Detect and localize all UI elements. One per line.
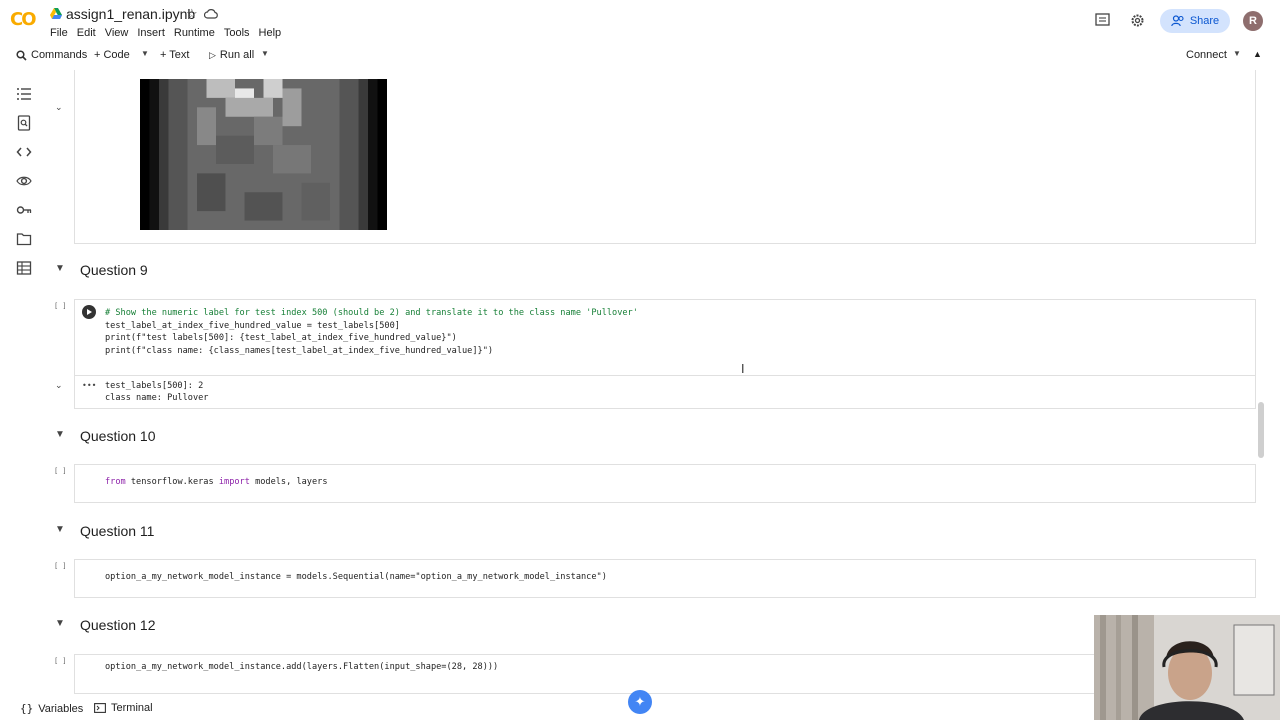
variables-inspector-icon[interactable] <box>16 173 32 189</box>
play-icon: ▷ <box>209 49 216 60</box>
star-icon[interactable]: ☆ <box>186 6 198 22</box>
text-cursor-icon: I <box>741 362 745 376</box>
chevron-down-icon: ▼ <box>261 49 269 58</box>
chevron-up-icon: ▲ <box>1253 49 1262 59</box>
code-cell-q12[interactable]: option_a_my_network_model_instance.add(l… <box>74 654 1256 694</box>
menu-edit[interactable]: Edit <box>77 27 102 39</box>
add-code-menu[interactable]: ▼ <box>141 49 149 58</box>
sweater-pixel-image <box>140 79 387 230</box>
add-code-label: + Code <box>94 49 130 61</box>
share-button[interactable]: Share <box>1160 9 1230 33</box>
add-text-button[interactable]: + Text <box>160 49 189 61</box>
code-snippets-icon[interactable] <box>16 144 32 160</box>
avatar[interactable]: R <box>1243 11 1263 31</box>
cell-exec-count: [ ] <box>54 302 67 310</box>
run-all-menu[interactable]: ▼ <box>261 49 269 58</box>
code-comment: # Show the numeric label for test index … <box>105 308 638 318</box>
menu-tools[interactable]: Tools <box>224 27 256 39</box>
code-line: print(f"test labels[500]: {test_label_at… <box>105 333 457 343</box>
section-title: Question 12 <box>80 617 156 633</box>
cell-exec-count: [ ] <box>54 657 67 665</box>
connect-label: Connect <box>1186 49 1227 61</box>
braces-icon: {} <box>20 702 34 715</box>
terminal-button[interactable]: Terminal <box>94 702 153 714</box>
comment-icon[interactable] <box>1095 13 1110 27</box>
code-line: option_a_my_network_model_instance = mod… <box>105 572 607 582</box>
add-code-button[interactable]: + Code <box>94 49 130 61</box>
share-label: Share <box>1189 15 1220 27</box>
left-sidebar <box>0 78 46 678</box>
key-icon[interactable] <box>16 202 32 218</box>
logo-text: CO <box>10 9 36 30</box>
menu-insert[interactable]: Insert <box>137 27 171 39</box>
run-cell-button[interactable] <box>82 305 96 319</box>
toolbar: Commands + Code ▼ + Text ▷ Run all ▼ Con… <box>0 44 1280 68</box>
variables-label: Variables <box>38 702 84 715</box>
collapse-header-button[interactable]: ▲ <box>1253 49 1262 59</box>
find-icon[interactable] <box>16 115 32 131</box>
drive-icon <box>50 8 62 19</box>
run-all-label: Run all <box>219 49 255 61</box>
menu-help[interactable]: Help <box>259 27 288 39</box>
table-of-contents-icon[interactable] <box>16 86 32 102</box>
code-cell-q9[interactable]: # Show the numeric label for test index … <box>74 299 1256 376</box>
chevron-down-icon: ▼ <box>141 49 149 58</box>
file-name[interactable]: assign1_renan.ipynb <box>66 6 195 22</box>
code-cell-q11[interactable]: option_a_my_network_model_instance = mod… <box>74 559 1256 598</box>
section-title: Question 11 <box>80 523 155 539</box>
add-text-label: + Text <box>160 49 190 61</box>
menu-bar: File Edit View Insert Runtime Tools Help <box>50 27 290 39</box>
menu-runtime[interactable]: Runtime <box>174 27 221 39</box>
cloud-icon[interactable] <box>204 8 218 20</box>
terminal-icon <box>94 703 106 713</box>
output-q9: ⌄ ••• test_labels[500]: 2 class name: Pu… <box>55 376 1256 409</box>
code-line: print(f"class name: {class_names[test_la… <box>105 346 494 356</box>
scrollbar[interactable] <box>1258 402 1264 458</box>
cell-exec-count: [ ] <box>54 562 67 570</box>
run-all-button[interactable]: ▷ Run all <box>209 49 254 61</box>
section-title: Question 10 <box>80 428 156 444</box>
code-line: option_a_my_network_model_instance.add(l… <box>105 662 499 672</box>
menu-file[interactable]: File <box>50 27 74 39</box>
image-output-cell: ⌄ <box>55 70 1256 244</box>
code-line: test_label_at_index_five_hundred_value =… <box>105 321 400 331</box>
commands-label: Commands <box>31 49 88 61</box>
connect-button[interactable]: Connect <box>1186 49 1227 61</box>
chevron-down-icon[interactable]: ▼ <box>55 618 65 629</box>
output-line: test_labels[500]: 2 <box>105 381 204 391</box>
folder-icon[interactable] <box>16 231 32 247</box>
top-bar: CO assign1_renan.ipynb ☆ File Edit View … <box>0 0 1280 44</box>
code-line: from tensorflow.keras import models, lay… <box>105 477 328 487</box>
chevron-down-icon: ▼ <box>1233 49 1241 58</box>
gemini-icon[interactable]: ✦ <box>628 690 652 714</box>
terminal-label: Terminal <box>111 702 153 714</box>
colab-logo[interactable]: CO <box>10 9 40 30</box>
variables-button[interactable]: {} Variables <box>20 702 83 715</box>
output-menu-icon[interactable]: ••• <box>82 381 96 390</box>
cell-exec-count: [ ] <box>54 467 67 475</box>
output-line: class name: Pullover <box>105 393 209 403</box>
gear-icon[interactable] <box>1130 13 1145 28</box>
connect-menu[interactable]: ▼ <box>1233 49 1241 58</box>
table-icon[interactable] <box>16 260 32 276</box>
chevron-down-icon[interactable]: ⌄ <box>55 102 63 113</box>
code-cell-q10[interactable]: from tensorflow.keras import models, lay… <box>74 464 1256 503</box>
section-title: Question 9 <box>80 262 148 278</box>
chevron-down-icon[interactable]: ▼ <box>55 524 65 535</box>
people-icon <box>1171 15 1184 27</box>
commands-button[interactable]: Commands <box>16 49 87 61</box>
notebook-content: ⌄ ▼ Question 9 [] # Show the numeric la… <box>46 70 1276 696</box>
menu-view[interactable]: View <box>105 27 135 39</box>
chevron-down-icon[interactable]: ▼ <box>55 429 65 440</box>
chevron-down-icon[interactable]: ⌄ <box>55 380 63 391</box>
chevron-down-icon[interactable]: ▼ <box>55 263 65 274</box>
search-icon <box>16 49 27 61</box>
